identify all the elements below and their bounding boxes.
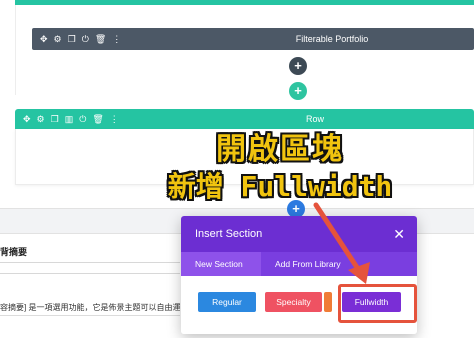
modal-tabs: New Section Add From Library — [181, 252, 417, 276]
modal-title: Insert Section — [195, 228, 263, 240]
divider-line — [0, 315, 180, 316]
trash-icon[interactable]: 🗑 — [92, 114, 103, 124]
modal-header: Insert Section ✕ — [181, 216, 417, 252]
regular-section-button[interactable]: Regular — [198, 292, 256, 312]
excerpt-heading: 背摘要 — [0, 247, 28, 257]
move-icon[interactable]: ✥ — [40, 34, 48, 44]
row-toolbar[interactable]: ✥ ⚙ ❐ ▥ ⏻ 🗑 ⋮ Row — [15, 109, 474, 129]
duplicate-icon[interactable]: ❐ — [51, 114, 59, 124]
add-module-button[interactable]: + — [289, 57, 307, 75]
row-title: Row — [305, 114, 324, 124]
add-row-button[interactable]: + — [289, 82, 307, 100]
caption-line-1: 開啟區塊 — [216, 132, 344, 167]
tab-new-section[interactable]: New Section — [181, 252, 261, 276]
duplicate-icon[interactable]: ❐ — [68, 34, 76, 44]
divider-line — [0, 273, 180, 274]
fullwidth-highlight-box — [338, 284, 417, 323]
section-canvas — [15, 5, 474, 95]
power-icon[interactable]: ⏻ — [82, 34, 89, 44]
caption-line-2: 新增 Fullwidth — [167, 170, 393, 203]
module-title: Filterable Portfolio — [295, 34, 369, 44]
tab-add-from-library[interactable]: Add From Library — [275, 252, 417, 276]
gear-icon[interactable]: ⚙ — [37, 114, 45, 124]
section-option-partial[interactable] — [324, 292, 332, 312]
gear-icon[interactable]: ⚙ — [54, 34, 62, 44]
close-icon[interactable]: ✕ — [393, 216, 405, 252]
row-toolbar-icons: ✥ ⚙ ❐ ▥ ⏻ 🗑 ⋮ — [23, 109, 119, 129]
more-icon[interactable]: ⋮ — [110, 114, 119, 124]
more-icon[interactable]: ⋮ — [112, 34, 121, 44]
trash-icon[interactable]: 🗑 — [95, 34, 106, 44]
columns-icon[interactable]: ▥ — [65, 114, 74, 124]
divider-line — [0, 262, 180, 263]
excerpt-description: 容摘要] 是一項選用功能，它是佈景主題可以自由運用 — [0, 303, 180, 312]
module-toolbar-icons: ✥ ⚙ ❐ ⏻ 🗑 ⋮ — [40, 28, 121, 50]
specialty-section-button[interactable]: Specialty — [265, 292, 322, 312]
module-toolbar[interactable]: ✥ ⚙ ❐ ⏻ 🗑 ⋮ Filterable Portfolio — [32, 28, 474, 50]
power-icon[interactable]: ⏻ — [79, 114, 86, 124]
move-icon[interactable]: ✥ — [23, 114, 31, 124]
